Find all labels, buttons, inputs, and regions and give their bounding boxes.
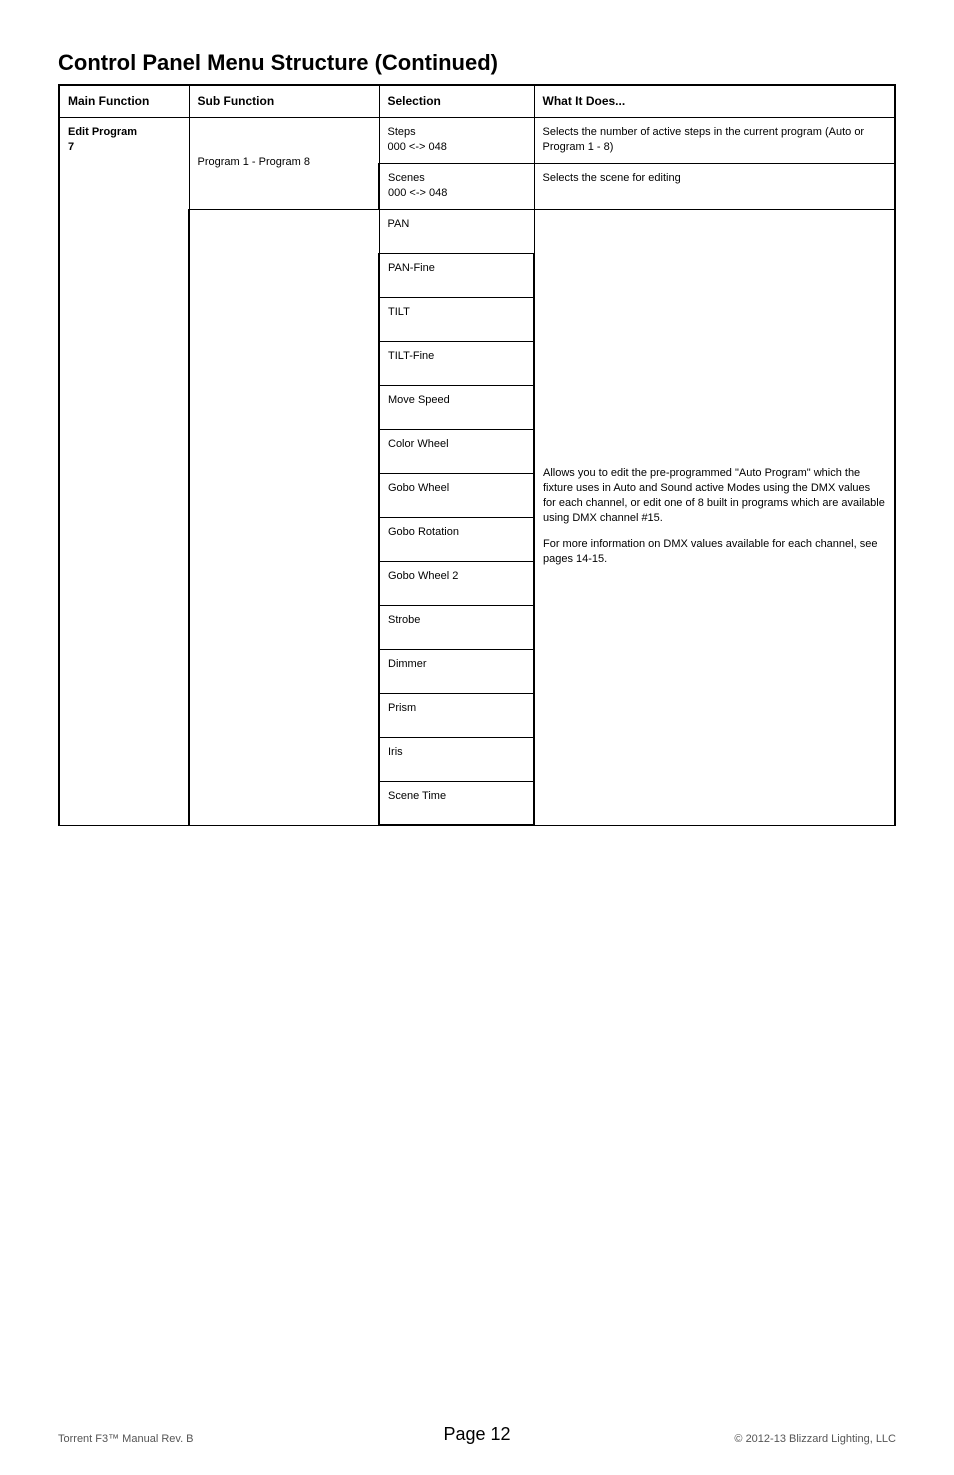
selection-cell: TILT-Fine bbox=[379, 341, 534, 385]
selection-line2: 000 <-> 048 bbox=[388, 187, 447, 199]
selection-cell: TILT bbox=[379, 297, 534, 341]
selection-line1: Steps bbox=[388, 126, 416, 138]
header-what-it-does: What It Does... bbox=[534, 85, 895, 118]
page-title: Control Panel Menu Structure (Continued) bbox=[58, 50, 896, 76]
selection-cell: PAN-Fine bbox=[379, 253, 534, 297]
header-main-function: Main Function bbox=[59, 85, 189, 118]
selection-cell: Scene Time bbox=[379, 781, 534, 825]
big-desc-cell: Allows you to edit the pre-programmed "A… bbox=[534, 209, 895, 825]
menu-table: Main Function Sub Function Selection Wha… bbox=[58, 84, 896, 826]
selection-cell: Dimmer bbox=[379, 649, 534, 693]
header-selection: Selection bbox=[379, 85, 534, 118]
main-function-number: 7 bbox=[68, 141, 74, 153]
selection-cell: Gobo Wheel bbox=[379, 473, 534, 517]
desc-cell: Selects the scene for editing bbox=[534, 163, 895, 209]
footer-right: © 2012-13 Blizzard Lighting, LLC bbox=[734, 1433, 896, 1445]
big-desc-p1: Allows you to edit the pre-programmed "A… bbox=[543, 466, 886, 525]
selection-cell: Scenes 000 <-> 048 bbox=[379, 163, 534, 209]
selection-cell: Prism bbox=[379, 693, 534, 737]
header-sub-function: Sub Function bbox=[189, 85, 379, 118]
sub-function-empty bbox=[189, 209, 379, 825]
selection-cell: Steps 000 <-> 048 bbox=[379, 118, 534, 164]
selection-cell: Color Wheel bbox=[379, 429, 534, 473]
selection-cell: Strobe bbox=[379, 605, 534, 649]
selection-cell: Gobo Wheel 2 bbox=[379, 561, 534, 605]
footer-left: Torrent F3™ Manual Rev. B bbox=[58, 1433, 194, 1445]
selection-line1: Scenes bbox=[388, 172, 425, 184]
selection-cell: PAN bbox=[379, 209, 534, 253]
selection-cell: Gobo Rotation bbox=[379, 517, 534, 561]
selection-cell: Move Speed bbox=[379, 385, 534, 429]
selection-cell: Iris bbox=[379, 737, 534, 781]
main-function-label: Edit Program bbox=[68, 126, 137, 138]
main-function-cell: Edit Program 7 bbox=[59, 118, 189, 825]
desc-cell: Selects the number of active steps in th… bbox=[534, 118, 895, 164]
selection-line2: 000 <-> 048 bbox=[388, 141, 447, 153]
sub-function-cell: Program 1 - Program 8 bbox=[189, 118, 379, 209]
big-desc-p2: For more information on DMX values avail… bbox=[543, 537, 886, 567]
